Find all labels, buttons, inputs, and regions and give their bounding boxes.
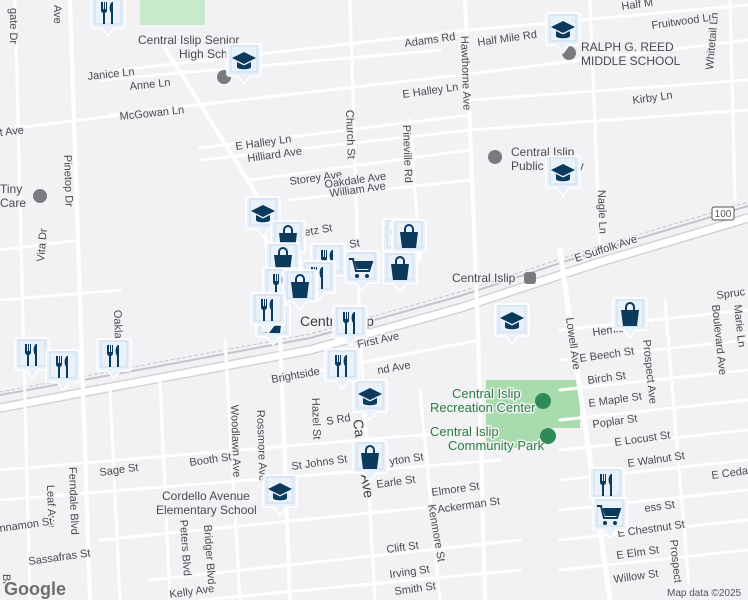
street-label: Ferndale Blvd (66, 467, 80, 535)
place-label-line2: Community Park (448, 438, 545, 453)
place-label-line1: Central Islip (452, 271, 516, 285)
street-label: gate Dr (7, 8, 19, 44)
street-label: Ave (51, 5, 63, 24)
place-label-line1: Central Islip Senior (138, 33, 239, 47)
place-label-line1: RALPH G. REED (581, 40, 674, 54)
place-label-line1: Central Islip (430, 424, 499, 439)
map-canvas[interactable]: 100 Adams Rd Half Mile Rd Half M Fruitwo… (0, 0, 748, 600)
park-tree-icon (540, 428, 556, 444)
map-data-attribution[interactable]: Map data ©2025 (667, 588, 742, 599)
place-label-line2: Recreation Center (430, 400, 536, 415)
google-logo-text: Google (4, 579, 66, 599)
street-label: t Ave (0, 125, 24, 139)
place-label-line1: Tiny (0, 182, 22, 196)
route-shield-text: 100 (715, 209, 732, 220)
train-station-icon (524, 272, 536, 284)
street-label: St (348, 237, 360, 251)
street-label: Rossmore Ave (254, 410, 268, 482)
poi-pin-icon (33, 189, 47, 203)
place-label-line1: Central Islip (452, 386, 521, 401)
route-shield-100: 100 (711, 206, 735, 221)
street-label: Pinetop Dr (61, 155, 75, 208)
google-logo[interactable]: Google (3, 578, 68, 600)
street-label: Pineville Rd (400, 125, 414, 183)
place-label-line2: MIDDLE SCHOOL (581, 54, 681, 68)
street-label: Hazel St (309, 398, 322, 440)
street-label: Church St (343, 110, 357, 159)
park-area-top (140, 0, 205, 25)
place-label-line1: Cordello Avenue (162, 489, 250, 503)
street-label: Ca (350, 418, 368, 438)
street-label: Woodlawn Ave (228, 405, 243, 478)
place-label-line2: Elementary School (156, 503, 257, 517)
recreation-pin-icon (535, 393, 551, 409)
place-cordello-avenue-elementary[interactable]: Cordello Avenue Elementary School (155, 488, 259, 519)
library-pin-icon (488, 150, 502, 164)
street-label: Oakla (111, 310, 124, 340)
street-label: Nagle Ln (595, 190, 609, 234)
place-label-line2: Care (0, 196, 26, 210)
